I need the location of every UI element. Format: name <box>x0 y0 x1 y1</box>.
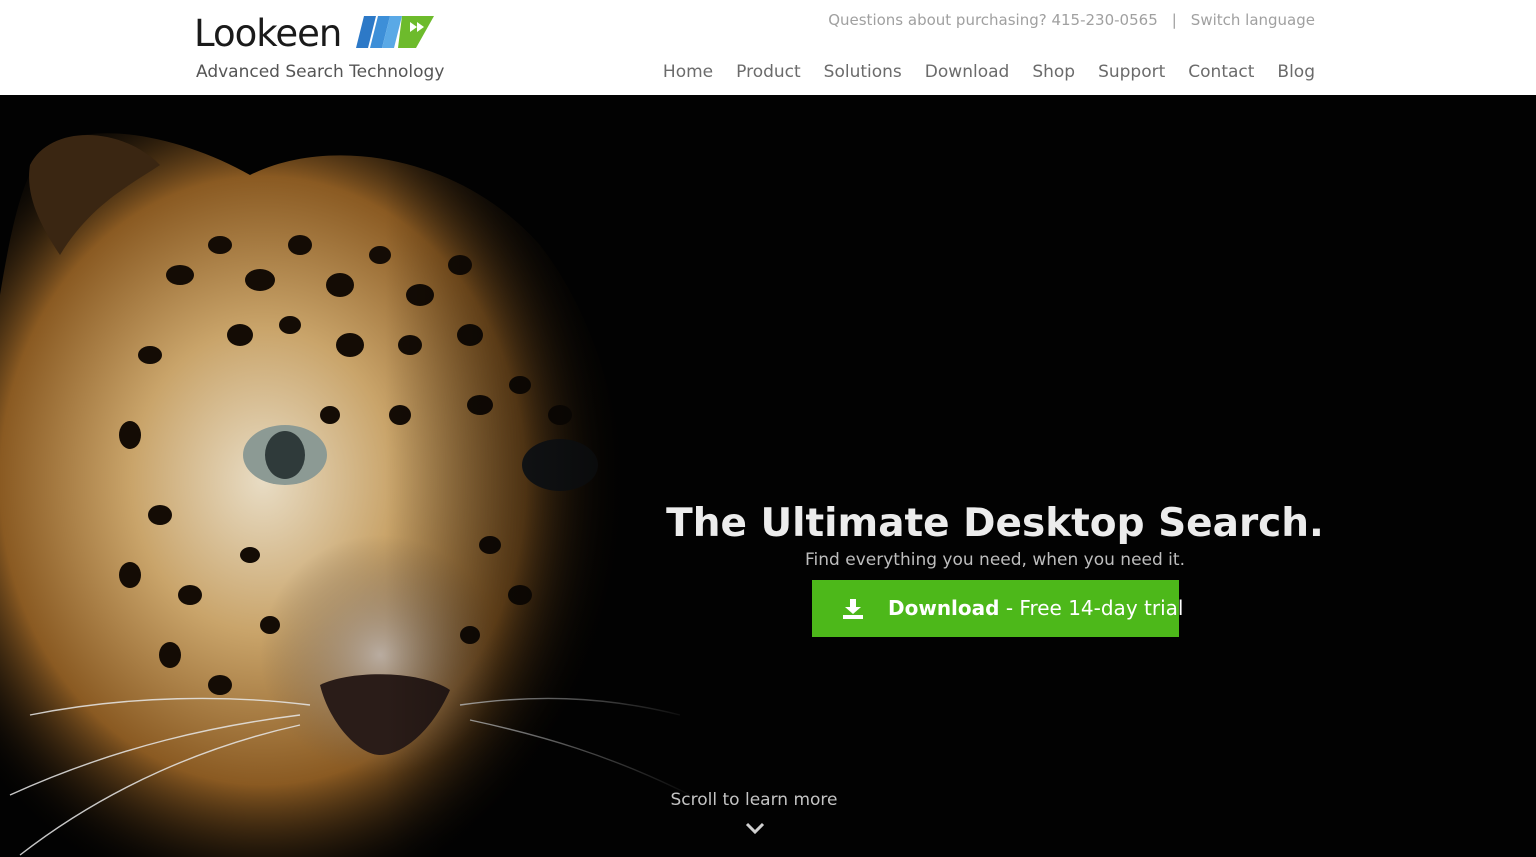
logo-mark-icon <box>356 16 434 48</box>
nav-item-product[interactable]: Product <box>736 60 801 84</box>
nav-item-shop[interactable]: Shop <box>1032 60 1075 84</box>
chevron-down-icon[interactable] <box>745 821 765 835</box>
leopard-face-image <box>0 95 700 857</box>
download-label-rest: - Free 14-day trial <box>999 596 1184 620</box>
download-trial-button[interactable]: Download - Free 14-day trial <box>812 580 1183 637</box>
hero-subtitle: Find everything you need, when you need … <box>805 550 1185 570</box>
nav-item-home[interactable]: Home <box>663 60 713 84</box>
download-icon <box>843 599 863 619</box>
site-header: Lookeen Advanced Search Technology Quest… <box>0 0 1536 95</box>
purchase-contact-text: Questions about purchasing? 415-230-0565 <box>828 11 1158 29</box>
lookeen-logo[interactable]: Lookeen Advanced Search Technology <box>194 12 444 87</box>
nav-item-contact[interactable]: Contact <box>1188 60 1254 84</box>
nav-item-support[interactable]: Support <box>1098 60 1165 84</box>
topbar-separator: | <box>1171 11 1177 29</box>
hero-title: The Ultimate Desktop Search. <box>666 501 1324 547</box>
download-label-strong: Download <box>888 596 1000 620</box>
scroll-to-learn-more-link[interactable]: Scroll to learn more <box>604 788 904 812</box>
nav-item-download[interactable]: Download <box>925 60 1010 84</box>
switch-language-link[interactable]: Switch language <box>1191 11 1315 29</box>
logo-tagline: Advanced Search Technology <box>196 62 445 82</box>
main-nav: Home Product Solutions Download Shop Sup… <box>663 60 1315 84</box>
nav-item-solutions[interactable]: Solutions <box>824 60 902 84</box>
nav-item-blog[interactable]: Blog <box>1277 60 1315 84</box>
topbar: Questions about purchasing? 415-230-0565… <box>828 10 1315 30</box>
hero-section: The Ultimate Desktop Search. Find everyt… <box>0 95 1536 857</box>
download-trial-label: Download - Free 14-day trial <box>888 595 1183 621</box>
logo-wordmark: Lookeen <box>194 12 342 55</box>
